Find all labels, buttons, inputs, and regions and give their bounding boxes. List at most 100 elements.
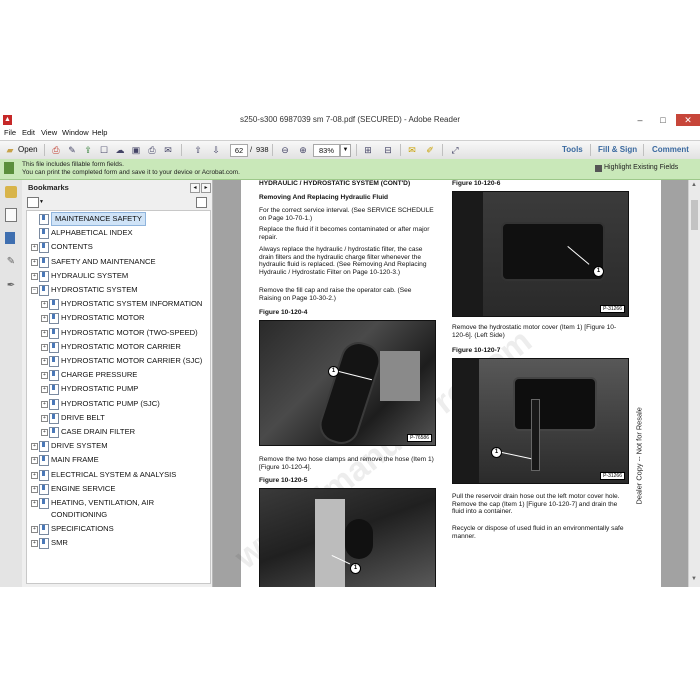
expand-icon[interactable]: +	[31, 526, 38, 534]
collapse-icon[interactable]: −	[31, 287, 38, 294]
bookmark-item[interactable]: + CASE DRAIN FILTER	[41, 426, 203, 438]
zoom-level-input[interactable]: 83%	[313, 144, 340, 157]
save-icon[interactable]: ▣	[130, 144, 142, 156]
bookmark-item[interactable]: + CHARGE PRESSURE	[41, 369, 203, 382]
scroll-up-icon[interactable]: ▲	[691, 182, 697, 188]
bookmark-item[interactable]: + HEATING, VENTILATION, AIR	[31, 497, 203, 509]
expand-icon[interactable]: +	[41, 358, 48, 365]
signatures-icon[interactable]: ✒	[5, 280, 17, 292]
scroll-down-icon[interactable]: ▼	[691, 576, 697, 582]
expand-icon[interactable]: +	[41, 301, 48, 309]
bookmark-item[interactable]: + DRIVE BELT	[41, 412, 203, 424]
bookmark-item[interactable]: + HYDROSTATIC PUMP	[41, 383, 203, 396]
bookmark-item[interactable]: + CONTENTS	[31, 241, 203, 254]
zoom-in-icon[interactable]: ⊕	[297, 144, 309, 156]
zoom-out-icon[interactable]: ⊖	[279, 144, 291, 156]
zoom-dropdown-chevron-down-icon[interactable]: ▼	[340, 144, 351, 157]
expand-icon[interactable]: +	[41, 414, 48, 422]
bookmark-icon	[49, 356, 59, 367]
sticky-note-icon[interactable]: ✉	[406, 144, 418, 156]
bookmark-item[interactable]: + SAFETY AND MAINTENANCE	[31, 256, 203, 268]
create-pdf-icon[interactable]: ⎙	[50, 144, 62, 156]
bookmark-item[interactable]: + HYDROSTATIC MOTOR CARRIER (SJC)	[41, 355, 203, 367]
bookmark-item[interactable]: ALPHABETICAL INDEX	[31, 227, 203, 240]
previous-page-icon[interactable]: ⇧	[192, 144, 204, 156]
lock-icon[interactable]	[5, 186, 17, 198]
scrollbar-thumb[interactable]	[691, 200, 698, 230]
email-icon[interactable]: ✉	[162, 144, 174, 156]
expand-icon[interactable]: +	[31, 540, 38, 548]
bookmark-item[interactable]: + SPECIFICATIONS	[31, 523, 203, 536]
bookmark-item[interactable]: + HYDROSTATIC MOTOR (TWO-SPEED)	[41, 327, 203, 339]
menu-file[interactable]: File	[4, 128, 16, 137]
bookmark-item[interactable]: + MAIN FRAME	[31, 454, 203, 467]
expand-icon[interactable]: +	[31, 471, 38, 479]
bookmark-item[interactable]: + DRIVE SYSTEM	[31, 440, 203, 453]
expand-icon[interactable]: +	[31, 443, 38, 451]
create-icon[interactable]: ☐	[98, 144, 110, 156]
next-page-icon[interactable]: ⇩	[210, 144, 222, 156]
paragraph: Remove the fill cap and raise the operat…	[259, 287, 412, 302]
bookmark-item[interactable]: + ELECTRICAL SYSTEM & ANALYSIS	[31, 469, 203, 481]
drain-hose-shape	[531, 399, 540, 471]
expand-icon[interactable]: +	[41, 329, 48, 337]
expand-icon[interactable]: +	[31, 244, 38, 252]
expand-icon[interactable]: +	[31, 500, 38, 507]
open-button[interactable]: Open	[18, 144, 38, 156]
menu-window[interactable]: Window	[62, 128, 89, 137]
navigation-pane-strip: ✎ ✒	[0, 180, 23, 587]
collapse-panel-icon[interactable]: ◂	[190, 183, 200, 193]
page-thumbnails-icon[interactable]	[5, 208, 17, 222]
menu-help[interactable]: Help	[92, 128, 107, 137]
print-icon[interactable]: ⎙	[146, 144, 158, 156]
bookmark-item[interactable]: + HYDROSTATIC PUMP (SJC)	[41, 398, 203, 410]
bookmark-item[interactable]: + HYDRAULIC SYSTEM	[31, 270, 203, 282]
cloud-icon[interactable]: ☁	[114, 144, 126, 156]
bookmark-options-icon[interactable]	[27, 197, 39, 208]
highlight-fields-icon[interactable]	[595, 165, 602, 172]
fit-width-icon[interactable]: ⊟	[382, 144, 394, 156]
expand-icon[interactable]: +	[31, 272, 38, 280]
comment-tab[interactable]: Comment	[652, 145, 689, 154]
open-folder-icon[interactable]: ▰	[4, 144, 16, 156]
bookmark-item[interactable]: + HYDROSTATIC MOTOR	[41, 312, 203, 325]
highlight-existing-fields-button[interactable]: Highlight Existing Fields	[604, 164, 678, 171]
panel-menu-icon[interactable]: ▸	[201, 183, 211, 193]
figure-code: P-31266	[600, 305, 625, 313]
new-bookmark-icon[interactable]	[196, 197, 207, 208]
vertical-scrollbar[interactable]: ▲ ▼	[688, 180, 700, 587]
expand-icon[interactable]: +	[41, 386, 48, 394]
fit-page-icon[interactable]: ⊞	[362, 144, 374, 156]
bookmarks-icon[interactable]	[5, 232, 15, 244]
bookmark-icon	[49, 412, 59, 424]
read-mode-icon[interactable]: ⤢	[449, 144, 461, 156]
highlight-icon[interactable]: ✐	[424, 144, 436, 156]
export-pdf-icon[interactable]: ⇪	[82, 144, 94, 156]
expand-icon[interactable]: +	[41, 343, 48, 351]
attachments-paperclip-icon[interactable]: ✎	[5, 256, 17, 268]
close-button[interactable]: ✕	[676, 114, 700, 126]
maximize-button[interactable]: □	[652, 114, 674, 126]
edit-pdf-icon[interactable]: ✎	[66, 144, 78, 156]
bookmark-item[interactable]: − HYDROSTATIC SYSTEM	[31, 284, 203, 296]
expand-icon[interactable]: +	[41, 315, 48, 323]
expand-icon[interactable]: +	[41, 372, 48, 380]
minimize-button[interactable]: –	[630, 114, 650, 126]
expand-icon[interactable]: +	[41, 429, 48, 436]
bookmark-item[interactable]: + ENGINE SERVICE	[31, 483, 203, 495]
expand-icon[interactable]: +	[31, 258, 38, 266]
page-number-input[interactable]: 62	[230, 144, 248, 157]
tools-tab[interactable]: Tools	[562, 145, 583, 154]
expand-icon[interactable]: +	[31, 457, 38, 465]
document-viewport[interactable]: www.EmanualPro.com HYDRAULIC / HYDROSTAT…	[213, 180, 688, 587]
expand-icon[interactable]: +	[31, 485, 38, 493]
bookmark-item[interactable]: + SMR	[31, 537, 203, 550]
fill-sign-tab[interactable]: Fill & Sign	[598, 145, 637, 154]
menu-edit[interactable]: Edit	[22, 128, 35, 137]
bookmark-item[interactable]: MAINTENANCE SAFETY	[31, 212, 203, 226]
bookmark-item[interactable]: + HYDROSTATIC SYSTEM INFORMATION	[41, 298, 203, 311]
expand-icon[interactable]: +	[41, 400, 48, 408]
bookmark-item[interactable]: + HYDROSTATIC MOTOR CARRIER	[41, 341, 203, 353]
options-chevron-down-icon[interactable]: ▼	[39, 199, 44, 205]
menu-view[interactable]: View	[41, 128, 57, 137]
